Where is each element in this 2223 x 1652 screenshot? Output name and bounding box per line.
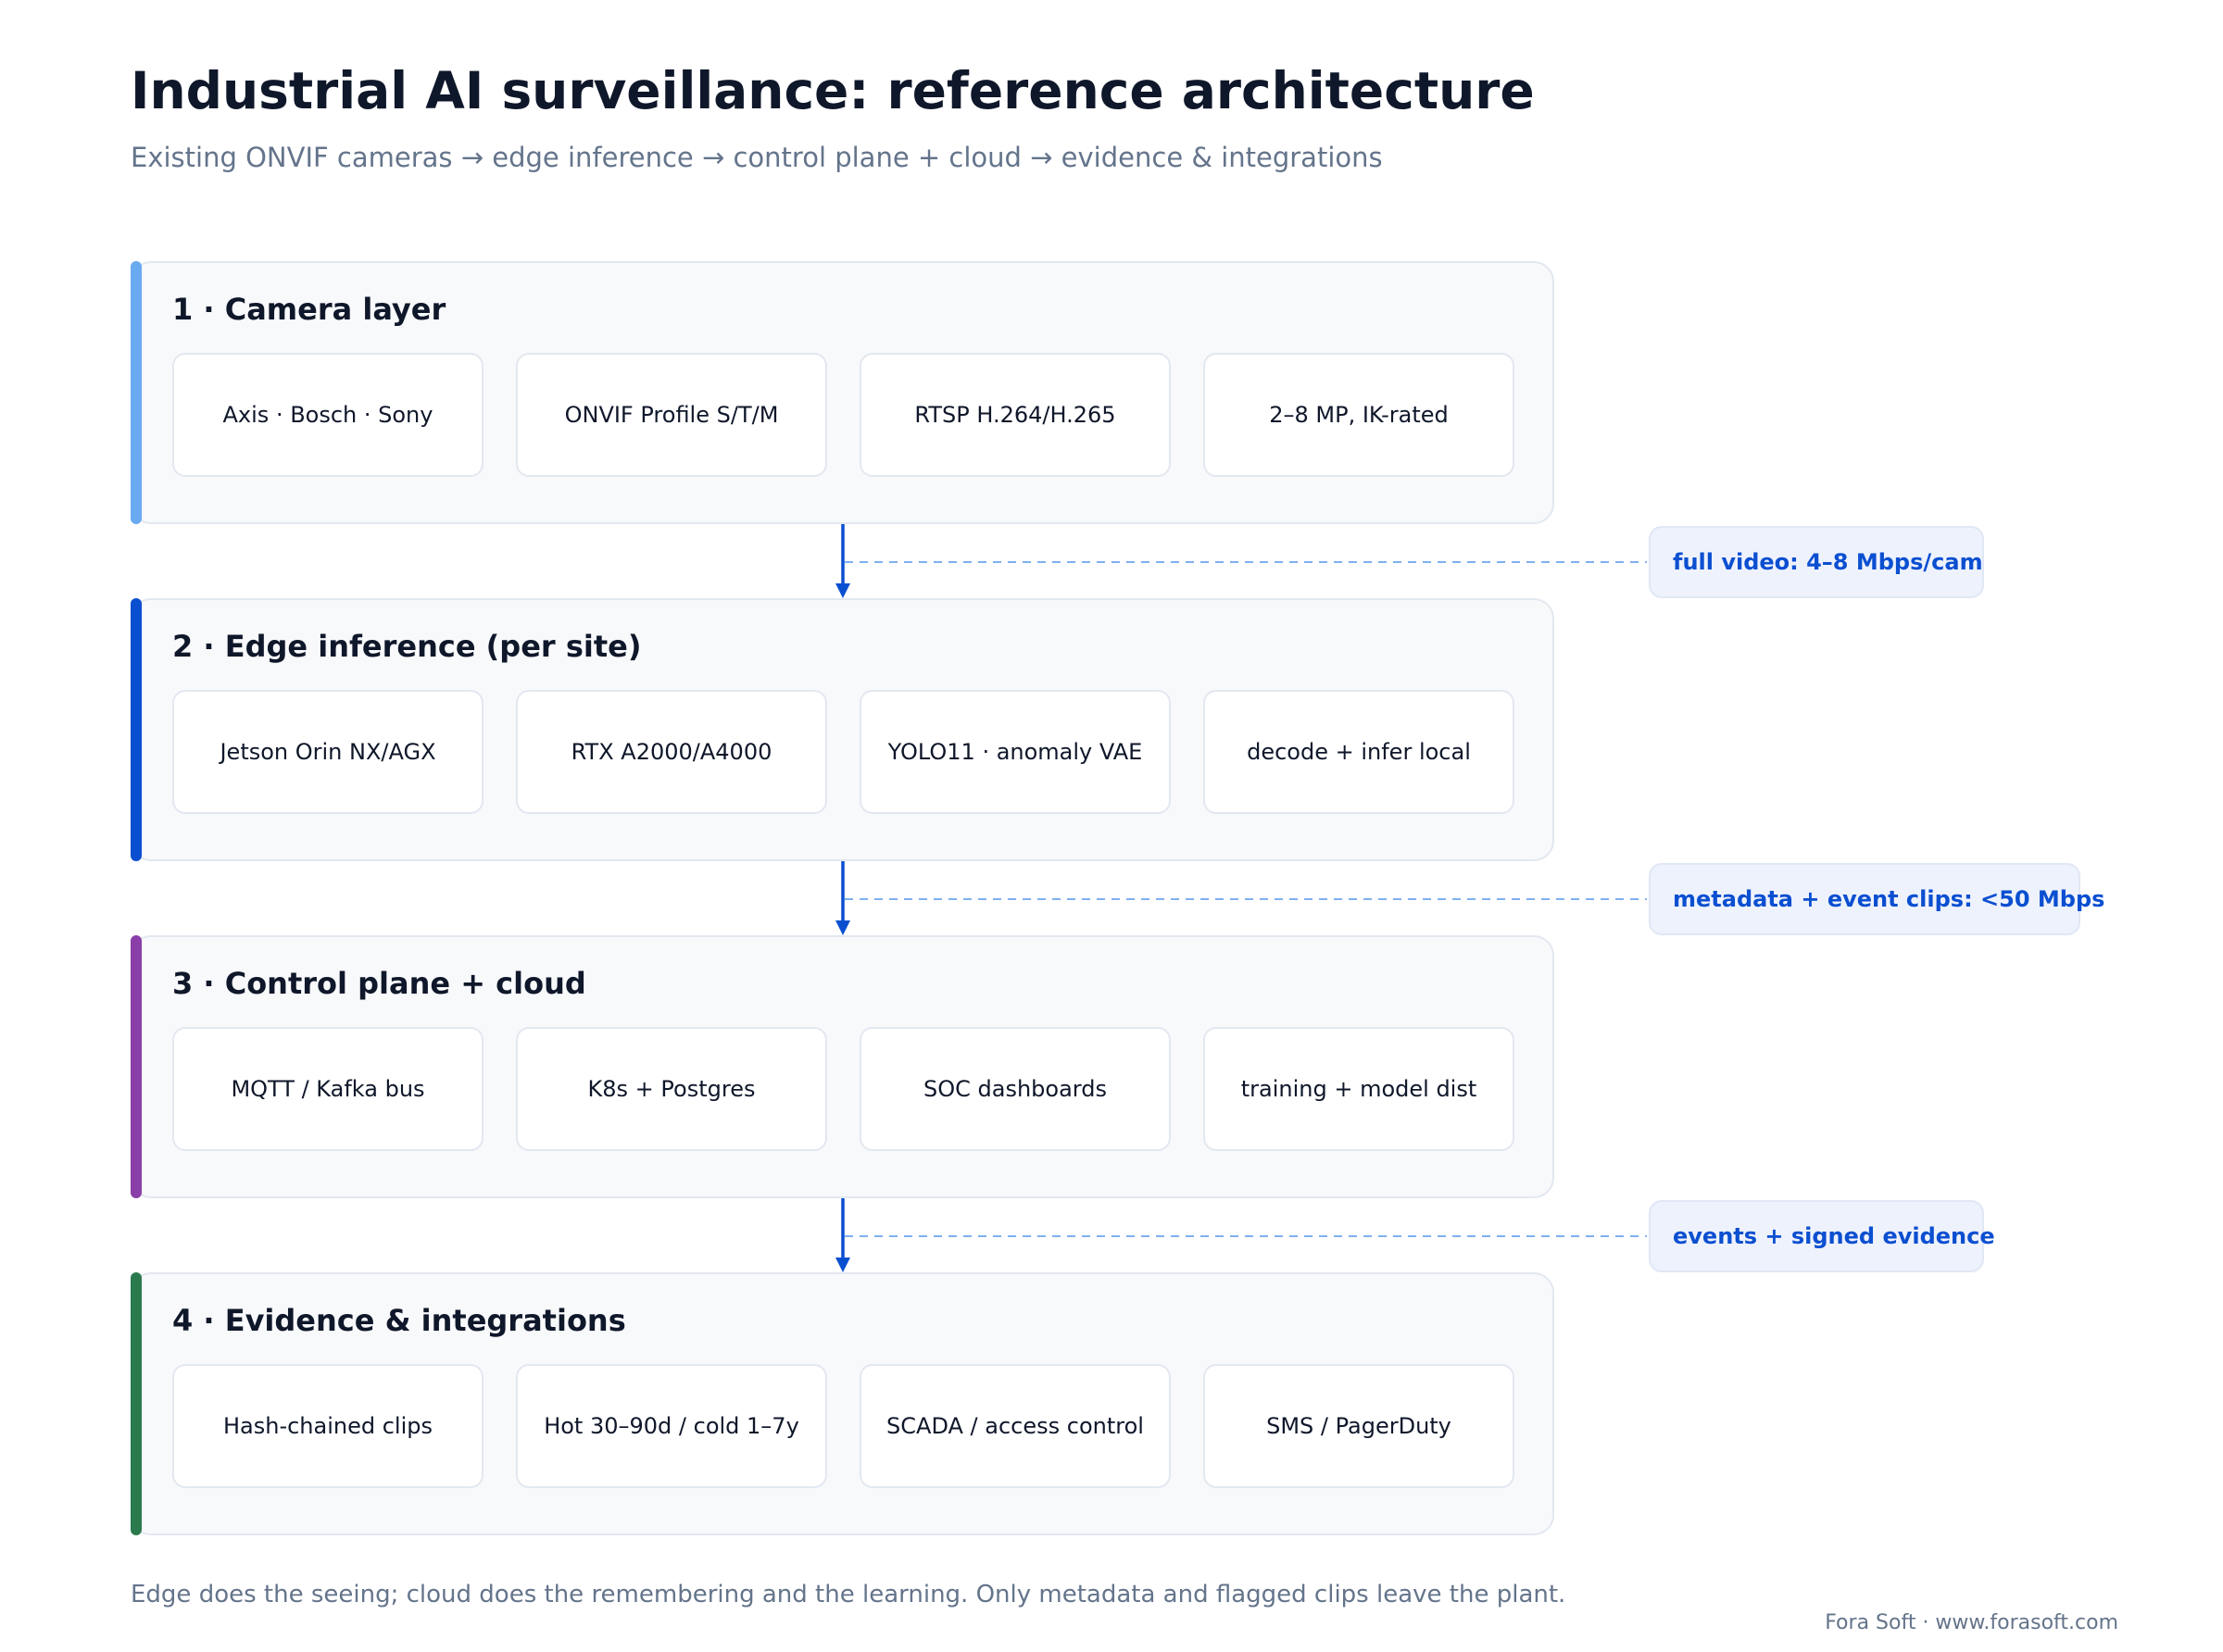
component-box: RTSP H.264/H.265 bbox=[860, 353, 1171, 477]
component-box: SCADA / access control bbox=[860, 1364, 1171, 1488]
component-box: Hash-chained clips bbox=[172, 1364, 484, 1488]
credit-text: Fora Soft · www.forasoft.com bbox=[1825, 1611, 2118, 1634]
flow-arrow-3-to-4 bbox=[835, 1198, 1647, 1272]
layer-evidence: 4 · Evidence & integrations Hash-chained… bbox=[131, 1272, 1554, 1535]
layer-accent-bar bbox=[131, 261, 142, 524]
component-box: training + model dist bbox=[1203, 1027, 1514, 1151]
flow-label-events: events + signed evidence bbox=[1649, 1200, 1995, 1272]
layer-title: 1 · Camera layer bbox=[172, 292, 446, 327]
component-box: YOLO11 · anomaly VAE bbox=[860, 690, 1171, 814]
component-box: Jetson Orin NX/AGX bbox=[172, 690, 484, 814]
component-box: MQTT / Kafka bus bbox=[172, 1027, 484, 1151]
component-box: SOC dashboards bbox=[860, 1027, 1171, 1151]
arrow-down-icon bbox=[835, 583, 850, 598]
component-box: ONVIF Profile S/T/M bbox=[516, 353, 827, 477]
component-box: Hot 30–90d / cold 1–7y bbox=[516, 1364, 827, 1488]
flow-label-metadata: metadata + event clips: <50 Mbps bbox=[1649, 863, 2104, 935]
component-box: K8s + Postgres bbox=[516, 1027, 827, 1151]
flow-arrow-1-to-2 bbox=[835, 524, 1647, 598]
footer-note: Edge does the seeing; cloud does the rem… bbox=[131, 1581, 1566, 1608]
arrow-down-icon bbox=[835, 1258, 850, 1272]
component-box: SMS / PagerDuty bbox=[1203, 1364, 1514, 1488]
layer-accent-bar bbox=[131, 598, 142, 861]
layer-accent-bar bbox=[131, 935, 142, 1198]
component-box: RTX A2000/A4000 bbox=[516, 690, 827, 814]
arrow-down-icon bbox=[835, 920, 850, 935]
layer-title: 4 · Evidence & integrations bbox=[172, 1303, 626, 1338]
layer-control-plane: 3 · Control plane + cloud MQTT / Kafka b… bbox=[131, 935, 1554, 1198]
layer-camera: 1 · Camera layer Axis · Bosch · Sony ONV… bbox=[131, 261, 1554, 524]
layer-title: 3 · Control plane + cloud bbox=[172, 966, 586, 1001]
layer-accent-bar bbox=[131, 1272, 142, 1535]
layer-title: 2 · Edge inference (per site) bbox=[172, 629, 642, 664]
page-title: Industrial AI surveillance: reference ar… bbox=[131, 61, 1535, 120]
layer-edge-inference: 2 · Edge inference (per site) Jetson Ori… bbox=[131, 598, 1554, 861]
page-subtitle: Existing ONVIF cameras → edge inference … bbox=[131, 142, 1383, 173]
flow-arrow-2-to-3 bbox=[835, 861, 1647, 935]
component-box: decode + infer local bbox=[1203, 690, 1514, 814]
component-box: Axis · Bosch · Sony bbox=[172, 353, 484, 477]
component-box: 2–8 MP, IK-rated bbox=[1203, 353, 1514, 477]
flow-label-full-video: full video: 4–8 Mbps/cam bbox=[1649, 526, 1984, 598]
